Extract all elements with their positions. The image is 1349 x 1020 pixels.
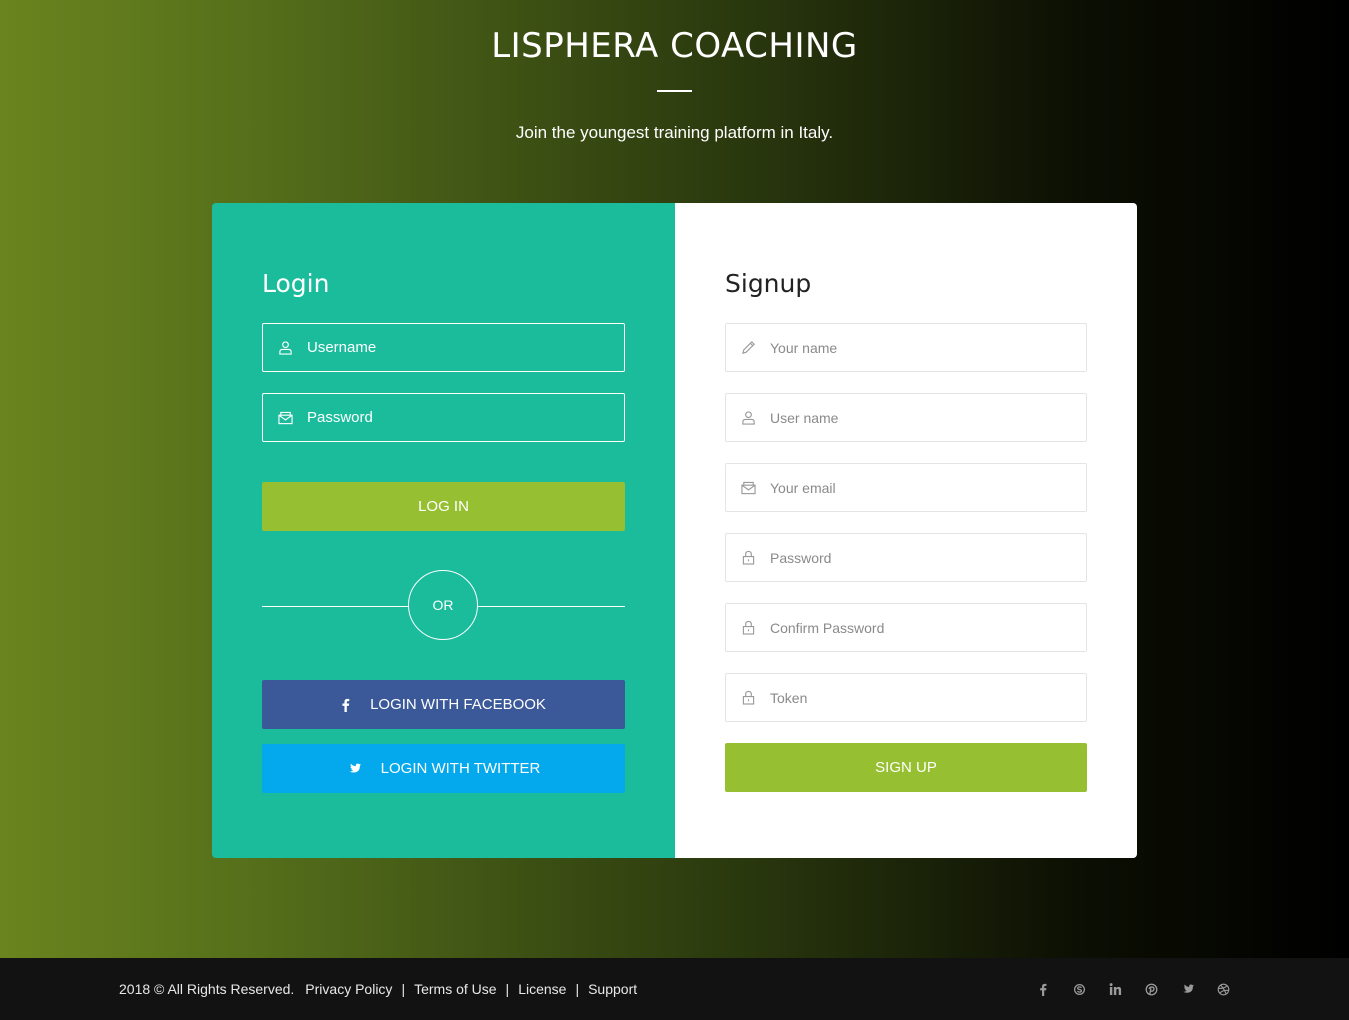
privacy-policy-link[interactable]: Privacy Policy xyxy=(305,981,392,997)
facebook-login-button[interactable]: LOGIN WITH FACEBOOK xyxy=(262,680,625,729)
lock-icon xyxy=(726,534,770,581)
confirm-password-input[interactable] xyxy=(770,604,1086,651)
your-name-field[interactable] xyxy=(725,323,1087,372)
username-input[interactable] xyxy=(307,324,624,371)
signup-password-field[interactable] xyxy=(725,533,1087,582)
twitter-icon[interactable] xyxy=(1169,983,1205,995)
auth-card: Login LOG IN OR xyxy=(212,203,1137,858)
brand-title: LISPHERA COACHING xyxy=(491,26,858,66)
social-links xyxy=(1025,958,1241,1020)
facebook-icon[interactable] xyxy=(1025,983,1061,996)
email-field[interactable] xyxy=(725,463,1087,512)
skype-icon[interactable] xyxy=(1061,983,1097,996)
your-name-input[interactable] xyxy=(770,324,1086,371)
user-icon xyxy=(726,394,770,441)
support-link[interactable]: Support xyxy=(588,981,637,997)
pinterest-icon[interactable] xyxy=(1133,983,1169,996)
twitter-login-label: LOGIN WITH TWITTER xyxy=(380,760,541,777)
token-input[interactable] xyxy=(770,674,1086,721)
token-field[interactable] xyxy=(725,673,1087,722)
tagline: Join the youngest training platform in I… xyxy=(515,123,834,142)
dribbble-icon[interactable] xyxy=(1205,983,1241,996)
email-input[interactable] xyxy=(770,464,1086,511)
lock-icon xyxy=(726,674,770,721)
password-field[interactable] xyxy=(262,393,625,442)
user-name-field[interactable] xyxy=(725,393,1087,442)
facebook-icon xyxy=(341,698,350,712)
confirm-password-field[interactable] xyxy=(725,603,1087,652)
footer-links: 2018 © All Rights Reserved. Privacy Poli… xyxy=(119,958,637,1020)
footer-separator: | xyxy=(401,981,406,997)
terms-of-use-link[interactable]: Terms of Use xyxy=(414,981,496,997)
user-name-input[interactable] xyxy=(770,394,1086,441)
footer: 2018 © All Rights Reserved. Privacy Poli… xyxy=(0,958,1349,1020)
envelope-icon xyxy=(726,464,770,511)
signup-button[interactable]: SIGN UP xyxy=(725,743,1087,792)
license-link[interactable]: License xyxy=(518,981,566,997)
signup-panel: Signup Your name User name Your email To… xyxy=(675,203,1137,858)
login-panel: Login LOG IN OR xyxy=(212,203,675,858)
or-divider-right xyxy=(478,606,625,607)
login-title: Login xyxy=(262,269,330,298)
or-badge: OR xyxy=(408,570,478,640)
user-icon xyxy=(263,324,307,371)
username-field[interactable] xyxy=(262,323,625,372)
twitter-icon xyxy=(347,763,361,775)
copyright: 2018 © All Rights Reserved. xyxy=(119,981,295,997)
linkedin-icon[interactable] xyxy=(1097,983,1133,995)
envelope-icon xyxy=(263,394,307,441)
footer-separator: | xyxy=(575,981,580,997)
pencil-icon xyxy=(726,324,770,371)
signup-password-input[interactable] xyxy=(770,534,1086,581)
twitter-login-button[interactable]: LOGIN WITH TWITTER xyxy=(262,744,625,793)
lock-icon xyxy=(726,604,770,651)
password-input[interactable] xyxy=(307,394,624,441)
footer-separator: | xyxy=(505,981,510,997)
title-divider xyxy=(657,90,692,92)
facebook-login-label: LOGIN WITH FACEBOOK xyxy=(370,696,546,713)
signup-title: Signup xyxy=(725,269,812,298)
or-divider-left xyxy=(262,606,408,607)
login-button[interactable]: LOG IN xyxy=(262,482,625,531)
